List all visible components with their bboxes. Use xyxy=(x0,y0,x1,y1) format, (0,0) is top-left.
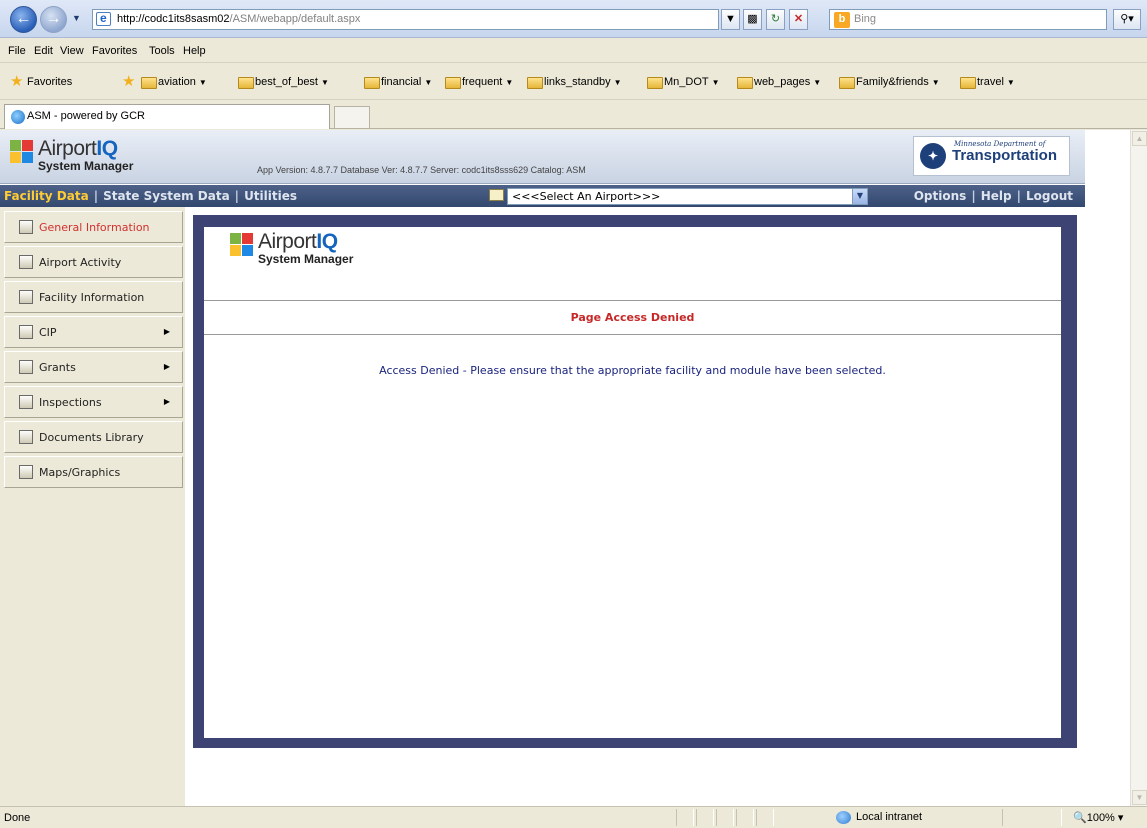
airportiq-logo-icon xyxy=(10,140,34,164)
menu-bar: File Edit View Favorites Tools Help xyxy=(0,39,1147,63)
fav-folder-best-of-best[interactable]: best_of_best ▼ xyxy=(238,76,329,89)
fav-folder-travel[interactable]: travel ▼ xyxy=(960,76,1015,89)
status-cell xyxy=(756,809,774,826)
favorites-button[interactable]: Favorites xyxy=(10,72,72,88)
divider xyxy=(204,300,1061,301)
address-dropdown-button[interactable]: ▼ xyxy=(721,9,740,30)
page-viewport: AirportIQ System Manager App Version: 4.… xyxy=(0,130,1147,806)
menu-favorites[interactable]: Favorites xyxy=(92,45,137,57)
airportiq-logo-icon xyxy=(230,233,254,257)
fav-folder-frequent[interactable]: frequent ▼ xyxy=(445,76,513,89)
fav-folder-financial[interactable]: financial ▼ xyxy=(364,76,432,89)
security-zone[interactable]: Local intranet xyxy=(836,811,922,824)
protected-mode-cell[interactable] xyxy=(1002,809,1062,826)
submenu-arrow-icon: ▶ xyxy=(163,327,170,336)
books-icon xyxy=(19,430,33,444)
access-denied-message: Access Denied - Please ensure that the a… xyxy=(379,364,886,377)
stop-button[interactable]: ✕ xyxy=(789,9,808,30)
inspection-icon xyxy=(19,395,33,409)
chevron-down-icon[interactable]: ▼ xyxy=(852,189,867,204)
fav-folder-mn-dot[interactable]: Mn_DOT ▼ xyxy=(647,76,720,89)
fav-folder-family-friends[interactable]: Family&friends ▼ xyxy=(839,76,940,89)
page-title: Page Access Denied xyxy=(570,311,695,324)
mndot-logo: ✦ Minnesota Department of Transportation xyxy=(913,136,1070,176)
nav-utilities[interactable]: Utilities xyxy=(244,189,297,203)
mndot-seal-icon: ✦ xyxy=(920,143,946,169)
content-panel: AirportIQ System Manager Page Access Den… xyxy=(204,227,1061,738)
sidebar-item-facility-information[interactable]: Facility Information xyxy=(4,281,183,313)
menu-help[interactable]: Help xyxy=(183,45,206,57)
document-icon xyxy=(19,290,33,304)
sidebar-item-grants[interactable]: Grants ▶ xyxy=(4,351,183,383)
sidebar-item-airport-activity[interactable]: Airport Activity xyxy=(4,246,183,278)
status-cell xyxy=(736,809,754,826)
graph-icon xyxy=(19,465,33,479)
back-button[interactable]: ← xyxy=(10,6,37,33)
status-cell xyxy=(676,809,694,826)
scroll-up-icon[interactable]: ▲ xyxy=(1132,131,1147,146)
menu-tools[interactable]: Tools xyxy=(149,45,175,57)
status-cell xyxy=(716,809,734,826)
grants-icon xyxy=(19,360,33,374)
sidebar-item-inspections[interactable]: Inspections ▶ xyxy=(4,386,183,418)
sidebar-item-documents-library[interactable]: Documents Library xyxy=(4,421,183,453)
tab-bar: ASM - powered by GCR xyxy=(0,101,1147,129)
sidebar-item-maps-graphics[interactable]: Maps/Graphics xyxy=(4,456,183,488)
nav-facility-data[interactable]: Facility Data xyxy=(4,189,89,203)
cip-icon xyxy=(19,325,33,339)
tab-asm[interactable]: ASM - powered by GCR xyxy=(4,104,330,129)
app-version-info: App Version: 4.8.7.7 Database Ver: 4.8.7… xyxy=(257,165,586,175)
page-icon xyxy=(96,11,111,26)
new-tab-button[interactable] xyxy=(334,106,370,128)
scroll-down-icon[interactable]: ▼ xyxy=(1132,790,1147,805)
submenu-arrow-icon: ▶ xyxy=(163,362,170,371)
favorites-bar: Favorites aviation▼ best_of_best▼ financ… xyxy=(0,64,1147,100)
menu-file[interactable]: File xyxy=(8,45,26,57)
search-input[interactable]: Bing xyxy=(829,9,1107,30)
nav-help[interactable]: Help xyxy=(981,189,1012,203)
submenu-arrow-icon: ▶ xyxy=(163,397,170,406)
search-button[interactable]: ⚲▾ xyxy=(1113,9,1141,30)
fav-folder-links-standby[interactable]: links_standby ▼ xyxy=(527,76,622,89)
forward-button[interactable]: → xyxy=(40,6,67,33)
bar-chart-icon xyxy=(19,255,33,269)
sidebar-item-cip[interactable]: CIP ▶ xyxy=(4,316,183,348)
nav-options[interactable]: Options xyxy=(914,189,967,203)
airport-select[interactable]: <<<Select An Airport>>> ▼ xyxy=(507,188,868,205)
sidebar: General Information Airport Activity Fac… xyxy=(0,207,185,806)
address-toolbar: ← → ▼ http://codc1its8sasm02/ASM/webapp/… xyxy=(0,0,1147,38)
vertical-scrollbar[interactable]: ▲ ▼ xyxy=(1130,130,1147,806)
fav-folder-web-pages[interactable]: web_pages ▼ xyxy=(737,76,821,89)
app-nav-bar: Facility Data | State System Data | Utilitie… xyxy=(0,185,1085,207)
menu-edit[interactable]: Edit xyxy=(34,45,53,57)
fav-folder-aviation[interactable]: aviation ▼ xyxy=(141,76,207,89)
history-dropdown-icon[interactable]: ▼ xyxy=(72,13,81,23)
divider xyxy=(204,334,1061,335)
status-text: Done xyxy=(4,812,31,824)
refresh-button[interactable]: ↻ xyxy=(766,9,785,30)
person-icon xyxy=(19,220,33,234)
sidebar-item-general-information[interactable]: General Information xyxy=(4,211,183,243)
compatibility-view-button[interactable]: ▩ xyxy=(743,9,762,30)
nav-state-system-data[interactable]: State System Data xyxy=(103,189,230,203)
mail-icon[interactable] xyxy=(489,189,504,201)
app-header: AirportIQ System Manager App Version: 4.… xyxy=(0,130,1085,184)
content-frame: AirportIQ System Manager Page Access Den… xyxy=(193,215,1077,748)
nav-logout[interactable]: Logout xyxy=(1026,189,1073,203)
bing-icon: b xyxy=(834,12,850,28)
zoom-level[interactable]: 🔍100% ▾ xyxy=(1073,811,1123,824)
address-input[interactable]: http://codc1its8sasm02/ASM/webapp/defaul… xyxy=(92,9,719,30)
status-bar: Done Local intranet 🔍100% ▾ xyxy=(0,806,1147,828)
menu-view[interactable]: View xyxy=(60,45,84,57)
status-cell xyxy=(696,809,714,826)
ie-icon xyxy=(11,110,25,124)
